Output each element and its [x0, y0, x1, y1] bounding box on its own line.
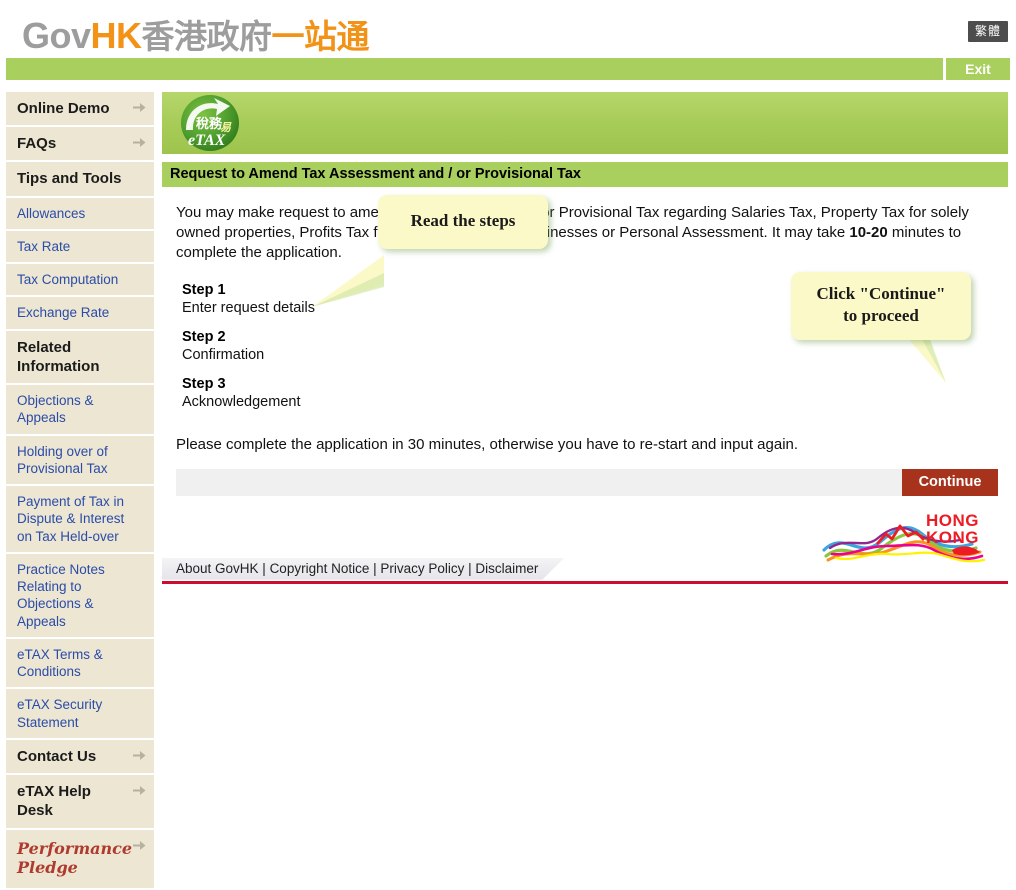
- site-header: GovHK香港政府一站通 繁體: [0, 0, 1016, 58]
- footer-link-separator: |: [258, 560, 270, 576]
- sidebar-item-tax-rate[interactable]: Tax Rate: [6, 230, 154, 265]
- callout-steps-tail: [312, 255, 384, 307]
- footer-link-disclaimer[interactable]: Disclaimer: [475, 561, 538, 576]
- sidebar-item-performance-pledge[interactable]: Performance Pledge: [6, 829, 154, 890]
- sidebar-item-label: Practice Notes Relating to Objections & …: [17, 561, 105, 629]
- sidebar-item-label: Related Information: [17, 338, 100, 375]
- svg-text:eTAX: eTAX: [188, 132, 226, 149]
- sidebar-item-label: eTAX Security Statement: [17, 697, 103, 730]
- chevron-right-icon: [133, 103, 146, 112]
- sidebar-item-label: Allowances: [17, 205, 86, 221]
- sidebar-item-label: eTAX Terms & Conditions: [17, 646, 103, 680]
- chevron-right-icon: [133, 750, 146, 760]
- sidebar-item-label: Contact Us: [17, 747, 97, 765]
- sidebar-item-label: Tax Computation: [17, 272, 119, 288]
- sidebar-item-label: Holding over of Provisional Tax: [17, 443, 108, 476]
- footer-link-privacy-policy[interactable]: Privacy Policy: [380, 561, 464, 576]
- sidebar-item-holding-over-of-provisional-tax[interactable]: Holding over of Provisional Tax: [6, 435, 154, 487]
- sidebar: Online Demo FAQs Tips and Tools Allowances T…: [6, 92, 154, 890]
- chevron-right-icon: [133, 786, 146, 796]
- sidebar-item-label: FAQs: [17, 135, 57, 153]
- callout-continue-line1: Click "Continue": [816, 284, 946, 303]
- footer-link-separator: |: [464, 560, 476, 576]
- sidebar-item-allowances[interactable]: Allowances: [6, 197, 154, 231]
- footer-area: HONG KONG About GovHK | Copyright Notice…: [162, 511, 1008, 592]
- sidebar-item-label: Payment of Tax in Dispute & Interest on …: [17, 494, 125, 544]
- sidebar-item-etax-terms-conditions[interactable]: eTAX Terms & Conditions: [6, 638, 154, 690]
- step-description: Acknowledgement: [182, 394, 301, 411]
- etax-logo-icon: 稅務 易 eTAX: [181, 95, 239, 151]
- sidebar-item-etax-security-statement[interactable]: eTAX Security Statement: [6, 689, 154, 740]
- sidebar-item-label: eTAX Help Desk: [17, 783, 91, 820]
- step-title: Step 3: [182, 376, 226, 393]
- callout-click-continue: Click "Continue" to proceed: [791, 272, 971, 340]
- sidebar-item-online-demo[interactable]: Online Demo: [6, 92, 154, 128]
- logo-text-cn-gray: 香港政府: [141, 18, 273, 55]
- intro-paragraph: You may make request to amend Tax Assess…: [176, 203, 998, 263]
- step-block: Step 3 Acknowledgement: [176, 375, 998, 411]
- sidebar-item-related-information[interactable]: Related Information: [6, 330, 154, 385]
- sidebar-item-label: Online Demo: [17, 100, 110, 117]
- footer-links: About GovHK | Copyright Notice | Privacy…: [162, 558, 564, 580]
- govhk-logo: GovHK香港政府一站通: [22, 10, 370, 58]
- logo-text-gov: Gov: [22, 15, 91, 56]
- footer-red-line: [162, 580, 1008, 584]
- step-description: Confirmation: [182, 347, 265, 364]
- page-body: Online Demo FAQs Tips and Tools Allowances T…: [0, 80, 1016, 890]
- footer-link-about-govhk[interactable]: About GovHK: [176, 561, 259, 576]
- sidebar-item-faqs[interactable]: FAQs: [6, 127, 154, 163]
- notice-text: Please complete the application in 30 mi…: [176, 435, 799, 453]
- sidebar-item-label: Tax Rate: [17, 238, 71, 254]
- exit-button[interactable]: Exit: [946, 58, 1010, 80]
- svg-text:KONG: KONG: [926, 528, 979, 547]
- footer-link-copyright-notice[interactable]: Copyright Notice: [270, 561, 370, 576]
- sidebar-item-exchange-rate[interactable]: Exchange Rate: [6, 297, 154, 331]
- sidebar-item-objections-appeals[interactable]: Objections & Appeals: [6, 385, 154, 436]
- sidebar-item-label: Exchange Rate: [17, 305, 110, 321]
- main-content: 稅務 易 eTAX Request to Amend Tax Assessmen…: [162, 92, 1008, 592]
- intro-duration: 10-20: [849, 223, 888, 241]
- chevron-right-icon: [133, 138, 146, 148]
- logo-text-cn-orange: 一站通: [271, 18, 370, 55]
- button-row: Continue: [176, 468, 998, 496]
- sidebar-item-contact-us[interactable]: Contact Us: [6, 739, 154, 776]
- etax-banner: 稅務 易 eTAX: [162, 92, 1008, 154]
- top-nav-bar: Exit: [6, 58, 1010, 80]
- sidebar-item-payment-of-tax-in-dispute-interest-on-tax-held-over[interactable]: Payment of Tax in Dispute & Interest on …: [6, 486, 154, 554]
- logo-text-hk: HK: [90, 15, 143, 56]
- footer-bar: About GovHK | Copyright Notice | Privacy…: [162, 558, 1008, 584]
- page-title: Request to Amend Tax Assessment and / or…: [162, 162, 1008, 187]
- svg-text:稅務: 稅務: [196, 116, 223, 132]
- sidebar-item-tips-and-tools[interactable]: Tips and Tools: [6, 162, 154, 198]
- sidebar-item-practice-notes-relating-to-objections-appeals[interactable]: Practice Notes Relating to Objections & …: [6, 553, 154, 639]
- callout-continue-line2: to proceed: [843, 305, 919, 325]
- continue-button[interactable]: Continue: [902, 468, 998, 496]
- language-toggle-button[interactable]: 繁體: [967, 21, 1008, 42]
- sidebar-item-tax-computation[interactable]: Tax Computation: [6, 264, 154, 298]
- sidebar-item-label: Objections & Appeals: [17, 393, 94, 426]
- footer-link-separator: |: [369, 560, 381, 576]
- callout-read-the-steps: Read the steps: [378, 195, 548, 249]
- sidebar-item-label: Performance Pledge: [17, 838, 133, 877]
- sidebar-item-etax-help-desk[interactable]: eTAX Help Desk: [6, 775, 154, 830]
- content-area: You may make request to amend Tax Assess…: [162, 187, 1008, 496]
- sidebar-item-label: Tips and Tools: [17, 170, 122, 188]
- chevron-right-icon: [133, 840, 146, 850]
- nav-bar-fill: [6, 58, 943, 80]
